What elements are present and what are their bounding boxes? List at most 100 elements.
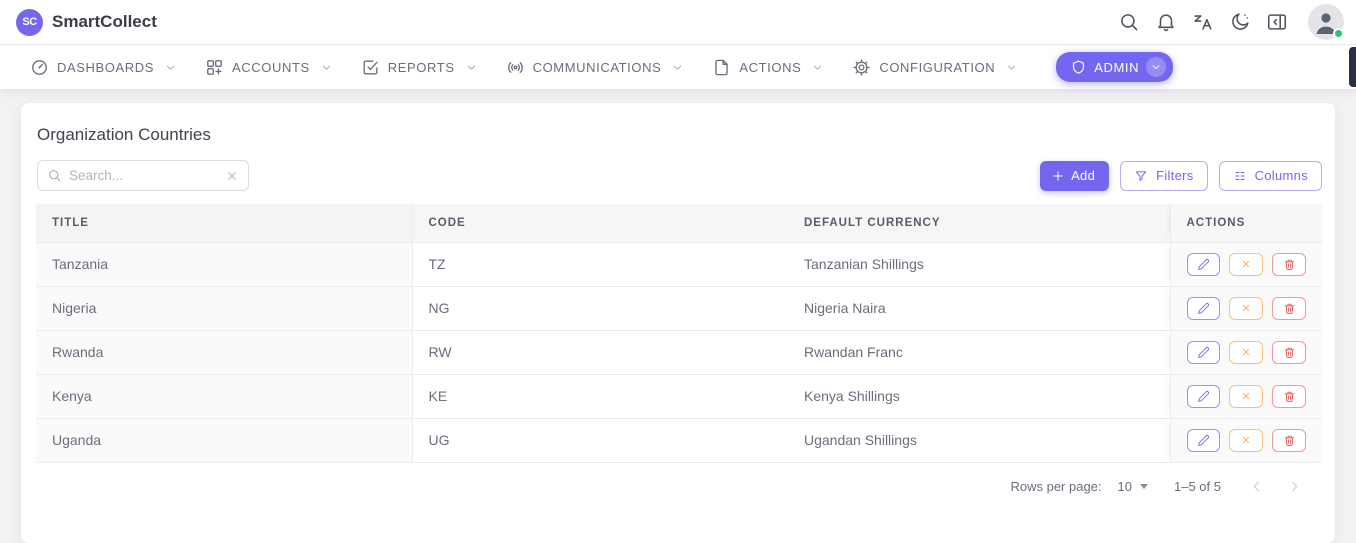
nav-edge-element[interactable] [1349,47,1356,87]
delete-button[interactable] [1272,429,1306,452]
gear-icon [852,58,871,77]
main-nav: DASHBOARDS ACCOUNTS REPORTS COMMUNICATIO… [0,45,1356,89]
edit-button[interactable] [1187,429,1221,452]
chevron-down-icon [671,61,684,74]
cell-currency: Ugandan Shillings [788,418,1170,462]
dark-mode-moon-icon[interactable] [1228,10,1252,34]
header-title: TITLE [36,204,412,242]
nav-item-accounts[interactable]: ACCOUNTS [205,58,333,77]
add-button[interactable]: Add [1040,161,1109,191]
table-row: KenyaKEKenya Shillings [36,374,1322,418]
cell-currency: Tanzanian Shillings [788,242,1170,286]
table-row: RwandaRWRwandan Franc [36,330,1322,374]
gauge-icon [30,58,49,77]
trash-icon [1283,346,1296,359]
rows-per-page-select[interactable]: 10 [1118,479,1148,494]
deactivate-button[interactable] [1229,429,1263,452]
pencil-icon [1197,346,1210,359]
chevron-down-icon [320,61,333,74]
shield-icon [1070,59,1087,76]
delete-button[interactable] [1272,253,1306,276]
clear-search-icon[interactable] [225,169,239,183]
search-box [37,160,249,191]
filters-button[interactable]: Filters [1120,161,1208,191]
cell-code: NG [412,286,788,330]
deactivate-button[interactable] [1229,341,1263,364]
caret-down-icon [1140,484,1148,489]
delete-button[interactable] [1272,297,1306,320]
delete-button[interactable] [1272,385,1306,408]
grid-plus-icon [205,58,224,77]
cell-title: Uganda [36,418,412,462]
collapse-panel-icon[interactable] [1265,10,1289,34]
cell-code: UG [412,418,788,462]
nav-item-actions[interactable]: ACTIONS [712,58,824,77]
cell-title: Kenya [36,374,412,418]
x-icon [1240,258,1252,270]
next-page-button[interactable] [1283,476,1305,498]
nav-item-communications[interactable]: COMMUNICATIONS [506,58,685,77]
columns-button-label: Columns [1255,168,1308,183]
brand-name: SmartCollect [52,12,157,32]
cell-actions [1170,286,1322,330]
x-icon [1240,390,1252,402]
pencil-icon [1197,390,1210,403]
edit-button[interactable] [1187,297,1221,320]
nav-label: REPORTS [388,60,455,75]
deactivate-button[interactable] [1229,253,1263,276]
nav-label: CONFIGURATION [879,60,995,75]
edit-button[interactable] [1187,385,1221,408]
pencil-icon [1197,302,1210,315]
edit-button[interactable] [1187,253,1221,276]
edit-button[interactable] [1187,341,1221,364]
chevron-down-icon [164,61,177,74]
header-currency: DEFAULT CURRENCY [788,204,1170,242]
search-icon[interactable] [1117,10,1141,34]
cell-currency: Kenya Shillings [788,374,1170,418]
previous-page-button[interactable] [1245,476,1267,498]
online-status-dot [1333,28,1344,39]
columns-button[interactable]: Columns [1219,161,1322,191]
language-icon[interactable] [1191,10,1215,34]
admin-label: ADMIN [1094,60,1139,75]
user-avatar[interactable] [1308,4,1344,40]
plus-icon [1051,169,1065,183]
nav-label: DASHBOARDS [57,60,154,75]
x-icon [1240,302,1252,314]
trash-icon [1283,390,1296,403]
broadcast-icon [506,58,525,77]
pagination-bar: Rows per page: 10 1–5 of 5 [33,476,1305,498]
nav-item-configuration[interactable]: CONFIGURATION [852,58,1018,77]
add-button-label: Add [1071,168,1095,183]
search-icon [47,168,62,183]
brand[interactable]: SC SmartCollect [16,9,157,36]
table-row: UgandaUGUgandan Shillings [36,418,1322,462]
search-input[interactable] [69,168,218,183]
rows-per-page-value: 10 [1118,479,1132,494]
brand-logo-icon: SC [16,9,43,36]
chevron-down-icon [465,61,478,74]
pencil-icon [1197,434,1210,447]
notifications-bell-icon[interactable] [1154,10,1178,34]
page-title: Organization Countries [37,125,1322,145]
cell-actions [1170,330,1322,374]
nav-item-dashboards[interactable]: DASHBOARDS [30,58,177,77]
cell-title: Nigeria [36,286,412,330]
trash-icon [1283,302,1296,315]
cell-currency: Rwandan Franc [788,330,1170,374]
trash-icon [1283,258,1296,271]
table-row: TanzaniaTZTanzanian Shillings [36,242,1322,286]
filters-button-label: Filters [1156,168,1194,183]
nav-item-reports[interactable]: REPORTS [361,58,478,77]
countries-card: Organization Countries Add Filters Col [21,103,1335,543]
nav-item-admin[interactable]: ADMIN [1056,52,1173,82]
rows-per-page-label: Rows per page: [1010,479,1101,494]
funnel-icon [1134,169,1148,183]
x-icon [1240,434,1252,446]
chevron-down-icon [811,61,824,74]
delete-button[interactable] [1272,341,1306,364]
table-toolbar: Add Filters Columns [33,160,1322,191]
header-actions: ACTIONS [1170,204,1322,242]
deactivate-button[interactable] [1229,297,1263,320]
deactivate-button[interactable] [1229,385,1263,408]
